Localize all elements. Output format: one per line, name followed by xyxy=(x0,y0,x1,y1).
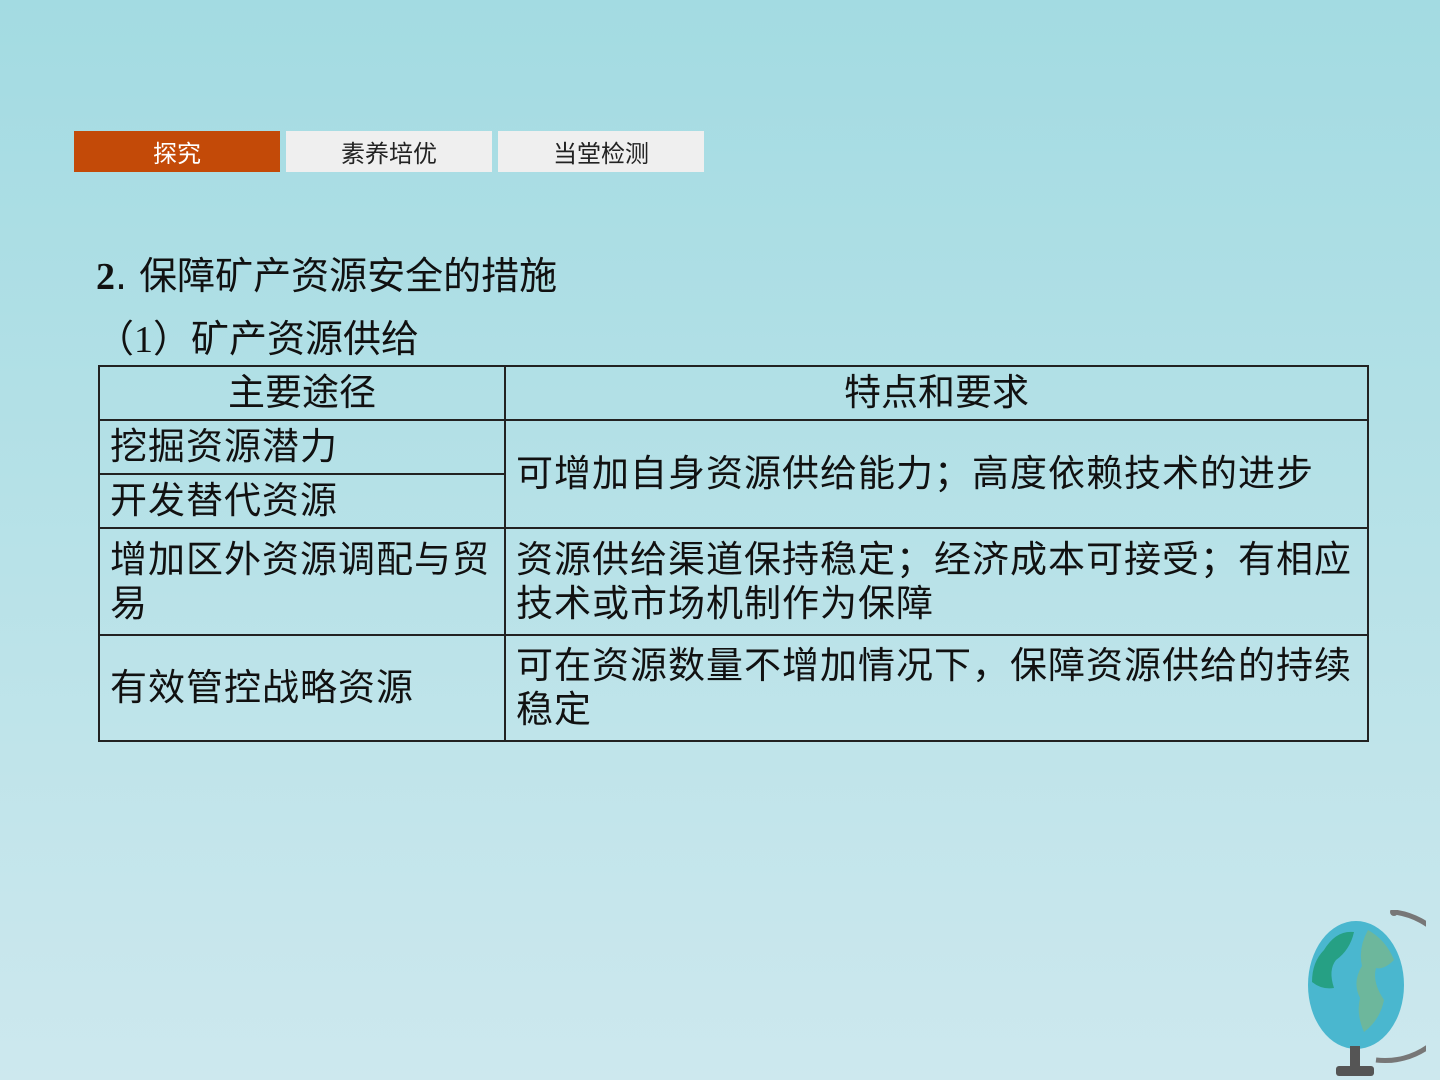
section-heading: 2. 保障矿产资源安全的措施 xyxy=(96,245,557,300)
section-title: . 保障矿产资源安全的措施 xyxy=(115,254,558,298)
header-way: 主要途径 xyxy=(98,365,506,421)
table-header-row: 主要途径 特点和要求 xyxy=(98,365,1369,421)
tab-test[interactable]: 当堂检测 xyxy=(498,131,704,172)
section-number: 2 xyxy=(96,256,115,298)
cell-feature: 资源供给渠道保持稳定；经济成本可接受；有相应技术或市场机制作为保障 xyxy=(504,527,1369,636)
table-row: 挖掘资源潜力 可增加自身资源供给能力；高度依赖技术的进步 xyxy=(98,419,1369,529)
paren-open: （ xyxy=(96,317,135,361)
paren-close: ） xyxy=(153,317,192,361)
nav-tabs: 探究 素养培优 当堂检测 xyxy=(74,131,704,172)
cell-way: 挖掘资源潜力 xyxy=(98,419,506,475)
globe-icon xyxy=(1308,910,1426,1076)
cell-feature: 可增加自身资源供给能力；高度依赖技术的进步 xyxy=(504,419,1369,529)
cell-way: 有效管控战略资源 xyxy=(98,634,506,742)
tab-explore[interactable]: 探究 xyxy=(74,131,280,172)
table-row: 有效管控战略资源 可在资源数量不增加情况下，保障资源供给的持续稳定 xyxy=(98,634,1369,742)
subsection-heading: （1）矿产资源供给 xyxy=(96,308,419,363)
cell-way: 增加区外资源调配与贸易 xyxy=(98,527,506,636)
subsection-number: 1 xyxy=(134,319,154,361)
measures-table: 主要途径 特点和要求 挖掘资源潜力 可增加自身资源供给能力；高度依赖技术的进步 … xyxy=(98,365,1369,742)
subsection-title: 矿产资源供给 xyxy=(191,317,420,361)
tab-literacy[interactable]: 素养培优 xyxy=(286,131,492,172)
header-feature: 特点和要求 xyxy=(504,365,1369,421)
cell-feature: 可在资源数量不增加情况下，保障资源供给的持续稳定 xyxy=(504,634,1369,742)
table-row: 增加区外资源调配与贸易 资源供给渠道保持稳定；经济成本可接受；有相应技术或市场机… xyxy=(98,527,1369,636)
cell-way: 开发替代资源 xyxy=(98,473,506,529)
